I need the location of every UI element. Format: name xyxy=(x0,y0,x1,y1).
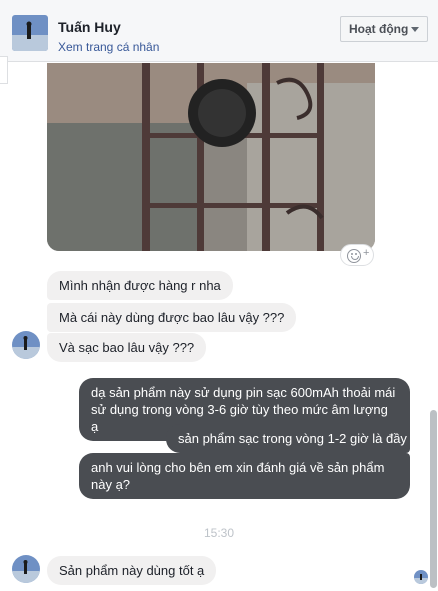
smiley-icon xyxy=(347,249,361,263)
message-incoming[interactable]: Mình nhận được hàng r nha xyxy=(47,271,233,300)
view-profile-link[interactable]: Xem trang cá nhân xyxy=(58,40,159,54)
status-label: Hoạt động xyxy=(349,22,409,36)
message-timestamp: 15:30 xyxy=(203,526,235,540)
status-dropdown[interactable]: Hoạt động xyxy=(340,16,428,42)
header-avatar[interactable] xyxy=(12,15,48,51)
message-incoming[interactable]: Mà cái này dùng được bao lâu vậy ??? xyxy=(47,303,297,332)
message-outgoing[interactable]: anh vui lòng cho bên em xin đánh giá về … xyxy=(79,453,410,499)
seen-avatar-icon xyxy=(414,570,428,584)
contact-avatar[interactable] xyxy=(12,555,40,583)
contact-avatar[interactable] xyxy=(12,331,40,359)
scrollbar[interactable] xyxy=(430,410,437,588)
chevron-down-icon xyxy=(411,27,419,32)
message-incoming[interactable]: Và sạc bao lâu vậy ??? xyxy=(47,333,207,362)
message-incoming[interactable]: Sản phẩm này dùng tốt ạ xyxy=(47,556,217,585)
chat-header: Tuấn Huy Xem trang cá nhân Hoạt động xyxy=(0,0,438,62)
side-panel-tab[interactable] xyxy=(0,56,8,84)
add-icon: + xyxy=(363,247,370,259)
contact-name[interactable]: Tuấn Huy xyxy=(58,19,121,35)
react-button[interactable]: + xyxy=(340,244,374,266)
shared-photo[interactable] xyxy=(47,63,375,251)
message-outgoing[interactable]: sản phẩm sạc trong vòng 1-2 giờ là đầy ạ xyxy=(166,424,418,453)
